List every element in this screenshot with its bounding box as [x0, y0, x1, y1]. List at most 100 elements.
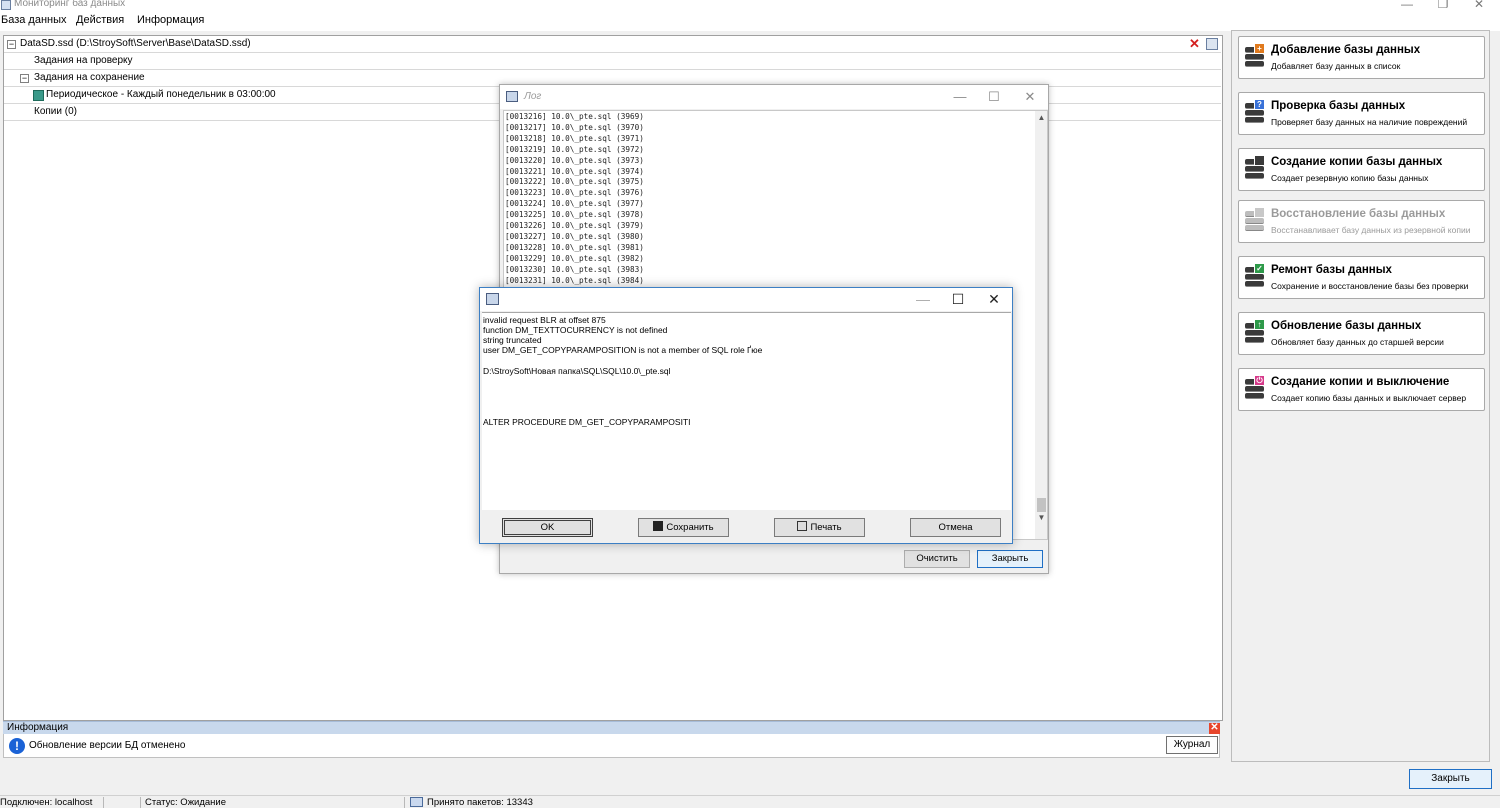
action-title: Ремонт базы данных [1271, 264, 1392, 276]
log-minimize-button[interactable]: — [945, 88, 975, 106]
log-titlebar: Лог — ☐ ✕ [500, 85, 1048, 109]
floppy-disk-icon [653, 521, 664, 531]
network-icon [410, 797, 423, 807]
status-separator [103, 797, 104, 808]
action-button-5[interactable]: ↑ Обновление базы данных Обновляет базу да… [1238, 312, 1485, 355]
tree-expander-icon[interactable]: − [20, 74, 29, 83]
save-button[interactable]: Сохранить [638, 518, 729, 537]
print-button-label: Печать [810, 522, 842, 533]
restore-button[interactable]: ❐ [1426, 0, 1460, 12]
action-button-0[interactable]: + Добавление базы данных Добавляет базу да… [1238, 36, 1485, 79]
log-line: [0013229] 10.0\_pte.sql (3982) [505, 253, 644, 263]
action-description: Обновляет базу данных до старшей версии [1271, 337, 1444, 347]
error-line: D:\StroySoft\Новая папка\SQL\SQL\10.0\_p… [483, 366, 671, 376]
database-drum [1245, 218, 1264, 224]
log-line: [0013227] 10.0\_pte.sql (3980) [505, 231, 644, 241]
menu-actions[interactable]: Действия [76, 14, 124, 26]
menu-information[interactable]: Информация [137, 14, 204, 26]
log-close-window-button[interactable]: Закрыть [977, 550, 1043, 568]
log-line: [0013221] 10.0\_pte.sql (3974) [505, 166, 644, 176]
log-line: [0013226] 10.0\_pte.sql (3979) [505, 221, 644, 231]
info-close-icon[interactable]: ✕ [1209, 723, 1220, 734]
log-line: [0013231] 10.0\_pte.sql (3984) [505, 275, 644, 285]
log-maximize-button[interactable]: ☐ [979, 88, 1009, 106]
action-badge-icon: ↑ [1254, 319, 1265, 330]
scroll-down-icon[interactable]: ▼ [1035, 513, 1047, 523]
action-badge-icon [1254, 207, 1265, 218]
info-panel-header: Информация ✕ [3, 721, 1220, 734]
app-titlebar: Мониторинг баз данных — ❐ ✕ [0, 0, 1500, 12]
action-description: Создает копию базы данных и выключает се… [1271, 393, 1467, 403]
database-drum [1245, 117, 1264, 123]
database-drum [1245, 281, 1264, 287]
action-button-1[interactable]: ? Проверка базы данных Проверяет базу данн… [1238, 92, 1485, 135]
remove-database-icon[interactable]: ✕ [1189, 37, 1201, 51]
action-badge-icon: ✓ [1254, 263, 1265, 274]
scroll-thumb[interactable] [1037, 498, 1046, 512]
tree-root-label: DataSD.ssd (D:\StroySoft\Server\Base\Dat… [20, 38, 251, 49]
action-description: Проверяет базу данных на наличие поврежд… [1271, 117, 1468, 127]
info-message: Обновление версии БД отменено [29, 740, 186, 751]
app-icon [1, 0, 11, 10]
ok-button[interactable]: OK [502, 518, 593, 537]
error-maximize-button[interactable]: ☐ [941, 290, 975, 308]
printer-icon [797, 521, 808, 531]
error-minimize-button[interactable]: — [906, 290, 940, 308]
schedule-icon [33, 90, 44, 101]
log-close-button[interactable]: ✕ [1015, 88, 1045, 106]
tree-label: Копии (0) [34, 106, 77, 117]
database-icon [1244, 207, 1266, 234]
error-text-area[interactable]: invalid request BLR at offset 875 functi… [482, 312, 1011, 510]
action-description: Добавляет базу данных в список [1271, 61, 1401, 71]
app-title: Мониторинг баз данных [14, 0, 126, 9]
journal-button[interactable]: Журнал [1166, 736, 1218, 754]
log-line: [0013223] 10.0\_pte.sql (3976) [505, 188, 644, 198]
close-window-button[interactable]: ✕ [1462, 0, 1496, 12]
action-title: Добавление базы данных [1271, 44, 1421, 56]
error-line: user DM_GET_COPYPARAMPOSITION is not a m… [483, 345, 763, 355]
database-icon: ? [1244, 99, 1266, 126]
minimize-button[interactable]: — [1390, 0, 1424, 12]
error-line: function DM_TEXTTOCURRENCY is not define… [483, 325, 668, 335]
save-button-label: Сохранить [666, 522, 714, 533]
action-description: Создает резервную копию базы данных [1271, 173, 1429, 183]
database-drum [1245, 274, 1264, 280]
database-properties-icon[interactable] [1206, 38, 1218, 50]
action-button-4[interactable]: ✓ Ремонт базы данных Сохранение и восстано… [1238, 256, 1485, 299]
log-line: [0013220] 10.0\_pte.sql (3973) [505, 155, 644, 165]
database-drum [1245, 110, 1264, 116]
database-icon: + [1244, 43, 1266, 70]
log-scrollbar[interactable]: ▲ ▼ [1035, 111, 1047, 539]
scroll-up-icon[interactable]: ▲ [1035, 113, 1047, 123]
database-icon [1244, 155, 1266, 182]
error-close-button[interactable]: ✕ [977, 290, 1011, 308]
tree-label: Периодическое - Каждый понедельник в 03:… [46, 89, 276, 100]
tree-root-row[interactable]: − DataSD.ssd (D:\StroySoft\Server\Base\D… [4, 36, 1221, 53]
log-title: Лог [524, 91, 542, 102]
database-drum [1245, 61, 1264, 67]
print-button[interactable]: Печать [774, 518, 865, 537]
tree-row-check-tasks[interactable]: Задания на проверку [4, 53, 1221, 70]
info-panel-body: ! Обновление версии БД отменено Журнал [3, 734, 1220, 758]
error-line: string truncated [483, 335, 542, 345]
error-line: invalid request BLR at offset 875 [483, 315, 606, 325]
error-buttonbar: OK Сохранить Печать Отмена [480, 510, 1012, 543]
log-line: [0013216] 10.0\_pte.sql (3969) [505, 112, 644, 121]
log-clear-button[interactable]: Очистить [904, 550, 970, 568]
close-button[interactable]: Закрыть [1409, 769, 1492, 789]
action-button-6[interactable]: ⏻ Создание копии и выключение Создает копи… [1238, 368, 1485, 411]
status-connected: Подключен: localhost [0, 797, 93, 808]
tree-expander-icon[interactable]: − [7, 40, 16, 49]
error-line: ALTER PROCEDURE DM_GET_COPYPARAMPOSITI [483, 417, 691, 427]
action-panel: + Добавление базы данных Добавляет базу да… [1231, 30, 1490, 762]
database-drum [1245, 330, 1264, 336]
action-title: Восстановление базы данных [1271, 208, 1446, 220]
log-line: [0013222] 10.0\_pte.sql (3975) [505, 177, 644, 187]
menu-database[interactable]: База данных [1, 14, 67, 26]
action-button-2[interactable]: Создание копии базы данных Создает резерв… [1238, 148, 1485, 191]
action-button-3[interactable]: Восстановление базы данных Восстанавливае… [1238, 200, 1485, 243]
database-drum [1245, 393, 1264, 399]
database-icon: ✓ [1244, 263, 1266, 290]
action-badge-icon: + [1254, 43, 1265, 54]
cancel-button[interactable]: Отмена [910, 518, 1001, 537]
